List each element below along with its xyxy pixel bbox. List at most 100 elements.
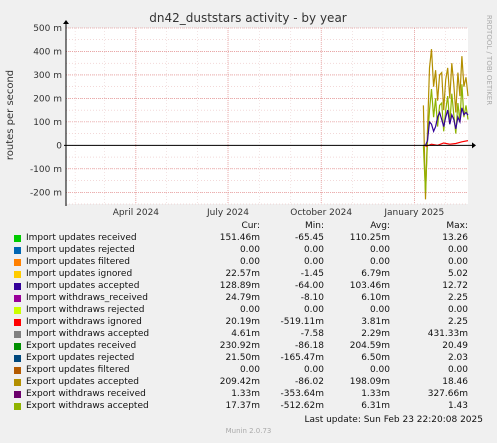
- legend-series-name: Export updates received: [26, 341, 137, 351]
- legend-swatch: [14, 379, 21, 386]
- legend-min-value: -86.02: [294, 377, 324, 387]
- legend-cur-value: 1.33m: [231, 389, 260, 399]
- legend-avg-value: 0.00: [369, 305, 390, 315]
- legend-swatch: [14, 307, 21, 314]
- legend-max-value: 12.72: [442, 281, 468, 291]
- chart-title: dn42_duststars activity - by year: [149, 11, 347, 25]
- legend-cur-value: 24.79m: [225, 293, 260, 303]
- legend-row: Export withdraws received 1.33m -353.64m 1.…: [0, 389, 497, 401]
- legend-row: Import updates rejected 0.00 0.00 0.00 0.00: [0, 245, 497, 257]
- legend-min-value: -86.18: [294, 341, 324, 351]
- legend-max-value: 2.25: [447, 293, 468, 303]
- legend-max-value: 5.02: [447, 269, 468, 279]
- legend-swatch: [14, 403, 21, 410]
- x-tick-label: July 2024: [206, 208, 249, 218]
- legend-max-value: 0.00: [447, 365, 468, 375]
- legend-cur-value: 17.37m: [225, 401, 260, 411]
- legend-row: Export updates accepted 209.42m -86.02 198.…: [0, 377, 497, 389]
- legend-series-name: Export withdraws received: [26, 389, 146, 399]
- legend-row: Export withdraws accepted 17.37m -512.62m 6…: [0, 401, 497, 413]
- column-header-avg: Avg:: [370, 221, 390, 231]
- legend-avg-value: 110.25m: [349, 233, 390, 243]
- legend-cur-value: 0.00: [239, 257, 260, 267]
- legend-cur-value: 0.00: [239, 365, 260, 375]
- legend-min-value: 0.00: [303, 257, 324, 267]
- rrdtool-watermark: RRDTOOL / TOBI OETIKER: [485, 15, 493, 105]
- legend-swatch: [14, 259, 21, 266]
- legend-series-name: Import updates filtered: [26, 257, 130, 267]
- legend-max-value: 13.26: [442, 233, 468, 243]
- y-tick-label: 400 m: [33, 47, 62, 57]
- legend-cur-value: 151.46m: [219, 233, 260, 243]
- legend-row: Import withdraws ignored 20.19m -519.11m 3.…: [0, 317, 497, 329]
- y-tick-label: 100 m: [33, 118, 62, 128]
- legend-swatch: [14, 271, 21, 278]
- legend-swatch: [14, 283, 21, 290]
- x-tick-label: January 2025: [383, 208, 444, 218]
- munin-graph: dn42_duststars activity - by year routes…: [0, 0, 497, 443]
- legend-min-value: -64.00: [294, 281, 324, 291]
- legend-swatch: [14, 355, 21, 362]
- legend-cur-value: 230.92m: [219, 341, 260, 351]
- legend-cur-value: 0.00: [239, 305, 260, 315]
- legend-min-value: 0.00: [303, 245, 324, 255]
- column-header-max: Max:: [446, 221, 468, 231]
- legend-avg-value: 0.00: [369, 365, 390, 375]
- legend-min-value: 0.00: [303, 305, 324, 315]
- legend-series-name: Import updates received: [26, 233, 137, 243]
- legend-max-value: 0.00: [447, 257, 468, 267]
- legend-avg-value: 204.59m: [349, 341, 390, 351]
- column-header-cur: Cur:: [241, 221, 260, 231]
- legend-swatch: [14, 319, 21, 326]
- x-tick-label: April 2024: [113, 208, 160, 218]
- legend-row: Export updates received 230.92m -86.18 204.…: [0, 341, 497, 353]
- legend-cur-value: 22.57m: [225, 269, 260, 279]
- legend-swatch: [14, 331, 21, 338]
- y-axis-arrow: [63, 20, 69, 24]
- legend-swatch: [14, 367, 21, 374]
- legend-min-value: -519.11m: [280, 317, 324, 327]
- legend-min-value: -65.45: [294, 233, 324, 243]
- plot-area: [66, 28, 468, 204]
- legend-row: Import withdraws rejected 0.00 0.00 0.00 0.0…: [0, 305, 497, 317]
- legend-avg-value: 6.79m: [361, 269, 390, 279]
- legend-avg-value: 0.00: [369, 257, 390, 267]
- legend-max-value: 431.33m: [427, 329, 468, 339]
- last-update: Last update: Sun Feb 23 22:20:08 2025: [304, 415, 484, 425]
- legend-series-name: Import updates rejected: [26, 245, 135, 255]
- y-tick-label: 200 m: [33, 94, 62, 104]
- legend-min-value: -165.47m: [280, 353, 324, 363]
- munin-footer: Munin 2.0.73: [225, 427, 272, 435]
- y-tick-label: -100 m: [30, 165, 62, 175]
- x-tick-label: October 2024: [290, 208, 352, 218]
- legend-max-value: 2.03: [447, 353, 468, 363]
- legend-cur-value: 209.42m: [219, 377, 260, 387]
- legend-avg-value: 1.33m: [361, 389, 390, 399]
- legend-series-name: Import updates ignored: [26, 269, 133, 279]
- legend-max-value: 20.49: [442, 341, 468, 351]
- legend-cur-value: 21.50m: [225, 353, 260, 363]
- legend-min-value: 0.00: [303, 365, 324, 375]
- legend-avg-value: 103.46m: [349, 281, 390, 291]
- legend-max-value: 327.66m: [427, 389, 468, 399]
- legend-series-name: Export withdraws accepted: [26, 401, 149, 411]
- legend-max-value: 18.46: [442, 377, 468, 387]
- legend-cur-value: 4.61m: [231, 329, 260, 339]
- legend-cur-value: 0.00: [239, 245, 260, 255]
- legend-max-value: 2.25: [447, 317, 468, 327]
- legend-avg-value: 3.81m: [361, 317, 390, 327]
- column-header-min: Min:: [304, 221, 324, 231]
- legend-series-name: Import updates accepted: [26, 281, 140, 291]
- legend-series-name: Export updates accepted: [26, 377, 140, 387]
- legend-series-name: Export updates filtered: [26, 365, 130, 375]
- legend-min-value: -8.10: [300, 293, 324, 303]
- legend-swatch: [14, 343, 21, 350]
- legend-row: Import updates received 151.46m -65.45 110.…: [0, 233, 497, 245]
- legend-row: Export updates filtered 0.00 0.00 0.00 0.00: [0, 365, 497, 377]
- legend-series-name: Import withdraws rejected: [26, 305, 145, 315]
- legend-series-name: Import withdraws ignored: [26, 317, 142, 327]
- legend-series-name: Import withdraws accepted: [26, 329, 150, 339]
- legend-avg-value: 0.00: [369, 245, 390, 255]
- legend-swatch: [14, 295, 21, 302]
- legend-row: Import updates accepted 128.89m -64.00 103.…: [0, 281, 497, 293]
